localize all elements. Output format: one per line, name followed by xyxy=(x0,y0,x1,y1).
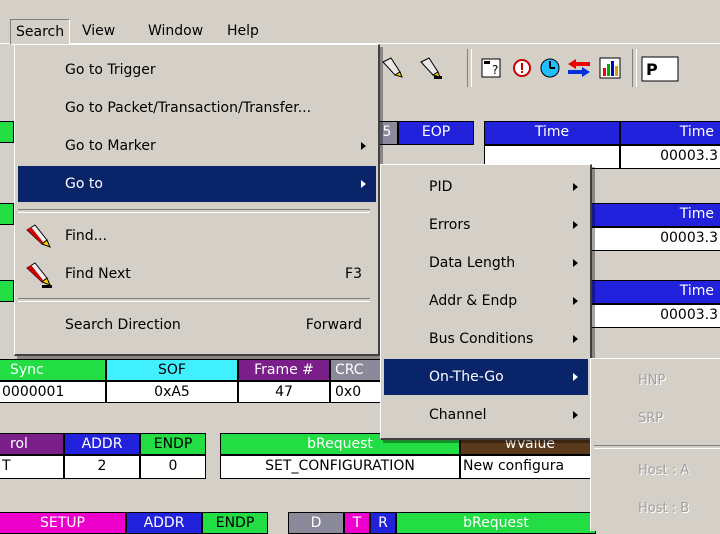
crc-header: CRC xyxy=(330,359,384,381)
menu-item-go-to-marker[interactable]: Go to Marker xyxy=(18,128,376,164)
toolbar-separator xyxy=(632,49,637,87)
menu-item-errors[interactable]: Errors xyxy=(384,207,588,243)
endp-value: 0 xyxy=(140,455,206,479)
submenu-arrow-icon xyxy=(361,142,366,150)
time-header: Time xyxy=(620,121,720,145)
search-direction-value: Forward xyxy=(305,317,362,333)
menu-item-host-a[interactable]: Host : A xyxy=(594,453,720,489)
flashlight-icon xyxy=(23,218,53,254)
swap-arrows-icon[interactable] xyxy=(566,56,590,80)
svg-text:P: P xyxy=(646,60,658,79)
crc-value: 0x0 xyxy=(330,381,384,403)
packet-strip xyxy=(0,203,14,225)
packet-strip xyxy=(0,280,14,302)
warning-icon[interactable] xyxy=(510,56,534,80)
menu-item-go-to[interactable]: Go to xyxy=(18,166,376,202)
find-toolbar-icon[interactable] xyxy=(380,56,404,80)
menu-item-host-b[interactable]: Host : B xyxy=(594,491,720,527)
menu-item-search-direction[interactable]: Search Direction Forward xyxy=(18,307,376,343)
menu-item-data-length[interactable]: Data Length xyxy=(384,245,588,281)
menu-item-go-to-trigger[interactable]: Go to Trigger xyxy=(18,52,376,88)
endp-header: ENDP xyxy=(140,433,206,455)
sof-header: SOF xyxy=(106,359,238,381)
partial-toolbar-icon[interactable]: P xyxy=(640,56,679,82)
submenu-arrow-icon xyxy=(573,297,578,305)
addr-header: ADDR xyxy=(64,433,140,455)
menu-separator xyxy=(18,209,370,213)
menu-search[interactable]: Search xyxy=(10,19,71,45)
control-value: T xyxy=(0,455,64,479)
find-next-toolbar-icon[interactable] xyxy=(418,56,442,80)
time-header: Time xyxy=(590,280,720,304)
chart-icon[interactable] xyxy=(598,56,622,80)
svg-text:?: ? xyxy=(492,63,498,77)
packet-strip xyxy=(0,121,14,143)
submenu-arrow-icon xyxy=(573,259,578,267)
eop-header: EOP xyxy=(398,121,474,145)
time-header: Time xyxy=(484,121,620,145)
brequest-value: SET_CONFIGURATION xyxy=(220,455,460,479)
time-header: Time xyxy=(590,203,720,227)
menu-item-pid[interactable]: PID xyxy=(384,169,588,205)
menu-item-go-to-packet[interactable]: Go to Packet/Transaction/Transfer... xyxy=(18,90,376,126)
submenu-arrow-icon xyxy=(573,183,578,191)
flashlight-next-icon xyxy=(23,256,53,292)
menu-item-bus-conditions[interactable]: Bus Conditions xyxy=(384,321,588,357)
submenu-arrow-icon xyxy=(573,221,578,229)
toolbar-separator xyxy=(467,49,472,87)
time-value: 00003.3 xyxy=(590,227,720,251)
menu-item-srp[interactable]: SRP xyxy=(594,401,720,437)
wvalue-value: New configura xyxy=(460,455,600,479)
control-header: rol xyxy=(0,433,64,455)
sof-value: 0xA5 xyxy=(106,381,238,403)
menu-item-channel[interactable]: Channel xyxy=(384,397,588,433)
menu-help[interactable]: Help xyxy=(222,19,264,43)
report-icon[interactable]: ? xyxy=(480,56,504,80)
menu-window[interactable]: Window xyxy=(143,19,208,43)
goto-submenu: PID Errors Data Length Addr & Endp Bus C… xyxy=(380,164,592,440)
frame-value: 47 xyxy=(238,381,330,403)
menu-item-find-next[interactable]: Find Next F3 xyxy=(18,256,376,292)
menu-item-find[interactable]: Find... xyxy=(18,218,376,254)
otg-submenu: HNP SRP Host : A Host : B xyxy=(590,358,720,531)
time-value: 00003.3 xyxy=(590,304,720,328)
submenu-arrow-icon xyxy=(573,411,578,419)
menu-view[interactable]: View xyxy=(77,19,120,43)
menu-item-hnp[interactable]: HNP xyxy=(594,363,720,399)
menu-item-addr-endp[interactable]: Addr & Endp xyxy=(384,283,588,319)
menu-separator xyxy=(594,445,720,449)
submenu-arrow-icon xyxy=(573,373,578,381)
submenu-arrow-icon xyxy=(573,335,578,343)
menu-item-on-the-go[interactable]: On-The-Go xyxy=(384,359,588,395)
submenu-arrow-icon xyxy=(361,180,366,188)
sync-header: Sync xyxy=(0,359,106,381)
addr-value: 2 xyxy=(64,455,140,479)
frame-header: Frame # xyxy=(238,359,330,381)
search-menu: Go to Trigger Go to Packet/Transaction/T… xyxy=(14,44,380,356)
menu-bar: Search View Window Help xyxy=(0,0,720,45)
clock-icon[interactable] xyxy=(538,56,562,80)
sync-value: 0000001 xyxy=(0,381,106,403)
time-value: 00003.3 xyxy=(620,145,720,169)
find-next-shortcut: F3 xyxy=(345,266,362,282)
menu-separator xyxy=(18,298,370,302)
